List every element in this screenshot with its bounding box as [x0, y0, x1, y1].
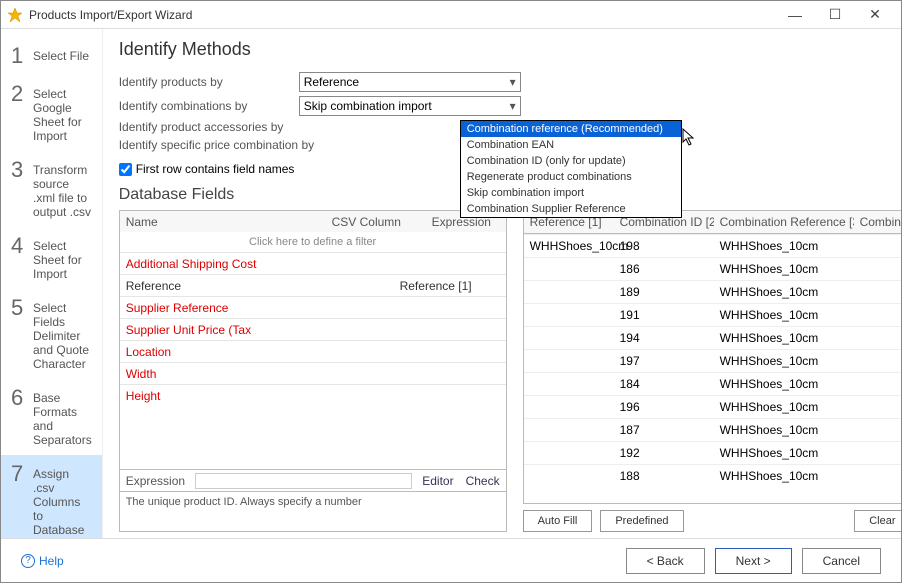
db-field-row[interactable]: Width	[120, 362, 506, 384]
minimize-button[interactable]: —	[775, 7, 815, 23]
wizard-step-1[interactable]: 1Select File	[1, 37, 102, 75]
csv-data-row[interactable]: 184WHHShoes_10cm	[524, 372, 901, 395]
csv-data-row[interactable]: 189WHHShoes_10cm	[524, 280, 901, 303]
first-row-checkbox[interactable]	[119, 163, 132, 176]
first-row-label: First row contains field names	[136, 162, 295, 176]
window-title: Products Import/Export Wizard	[29, 8, 775, 22]
identify-accessories-label: Identify product accessories by	[119, 120, 299, 134]
app-icon	[7, 7, 23, 23]
help-link[interactable]: ? Help	[21, 554, 64, 568]
identify-combinations-combo[interactable]: Skip combination import ▾	[299, 96, 521, 116]
check-button[interactable]: Check	[460, 474, 506, 488]
dropdown-option[interactable]: Regenerate product combinations	[461, 169, 681, 185]
csv-data-row[interactable]: WHHShoes_10cm198WHHShoes_10cm	[524, 234, 901, 257]
identify-combinations-dropdown-list[interactable]: Combination reference (Recommended)Combi…	[460, 120, 682, 218]
dropdown-option[interactable]: Skip combination import	[461, 185, 681, 201]
maximize-button[interactable]: ☐	[815, 6, 855, 23]
csv-data-row[interactable]: 196WHHShoes_10cm	[524, 395, 901, 418]
wizard-step-7[interactable]: 7Assign .csv Columns to Database Fields	[1, 455, 102, 538]
csv-data-row[interactable]: 187WHHShoes_10cm	[524, 418, 901, 441]
csv-data-row[interactable]: 194WHHShoes_10cm	[524, 326, 901, 349]
titlebar: Products Import/Export Wizard — ☐ ✕	[1, 1, 901, 29]
db-field-row[interactable]: ReferenceReference [1]	[120, 274, 506, 296]
db-field-row[interactable]: Supplier Reference	[120, 296, 506, 318]
expression-label: Expression	[120, 474, 191, 488]
wizard-steps-sidebar: 1Select File2Select Google Sheet for Imp…	[1, 29, 103, 538]
back-button[interactable]: < Back	[626, 548, 705, 574]
expression-input[interactable]	[195, 473, 412, 489]
identify-specific-price-label: Identify specific price combination by	[119, 138, 319, 152]
db-field-row[interactable]: Height	[120, 384, 506, 406]
page-title: Identify Methods	[119, 39, 901, 60]
csv-data-row[interactable]: 192WHHShoes_10cm	[524, 441, 901, 464]
db-field-row[interactable]: Additional Shipping Cost	[120, 252, 506, 274]
database-fields-title: Database Fields	[119, 186, 507, 204]
csv-data-row[interactable]: 197WHHShoes_10cm	[524, 349, 901, 372]
close-button[interactable]: ✕	[855, 6, 895, 23]
auto-fill-button[interactable]: Auto Fill	[523, 510, 593, 532]
field-hint: The unique product ID. Always specify a …	[119, 492, 507, 532]
predefined-button[interactable]: Predefined	[600, 510, 683, 532]
wizard-step-5[interactable]: 5Select Fields Delimiter and Quote Chara…	[1, 289, 102, 379]
next-button[interactable]: Next >	[715, 548, 792, 574]
cancel-button[interactable]: Cancel	[802, 548, 881, 574]
csv-data-row[interactable]: 191WHHShoes_10cm	[524, 303, 901, 326]
wizard-step-4[interactable]: 4Select Sheet for Import	[1, 227, 102, 289]
dropdown-option[interactable]: Combination Supplier Reference	[461, 201, 681, 217]
wizard-step-2[interactable]: 2Select Google Sheet for Import	[1, 75, 102, 151]
wizard-step-3[interactable]: 3Transform source .xml file to output .c…	[1, 151, 102, 227]
editor-button[interactable]: Editor	[416, 474, 459, 488]
database-fields-panel: Database Fields Name CSV Column Expressi…	[119, 186, 507, 532]
help-icon: ?	[21, 554, 35, 568]
dropdown-option[interactable]: Combination EAN	[461, 137, 681, 153]
dropdown-option[interactable]: Combination reference (Recommended)	[461, 121, 681, 137]
csv-columns-panel: .csv file columns Reference [1] Combinat…	[523, 186, 901, 532]
identify-products-combo[interactable]: Reference ▾	[299, 72, 521, 92]
csv-data-row[interactable]: 188WHHShoes_10cm	[524, 464, 901, 487]
db-field-row[interactable]: Location	[120, 340, 506, 362]
identify-combinations-label: Identify combinations by	[119, 99, 299, 113]
dropdown-option[interactable]: Combination ID (only for update)	[461, 153, 681, 169]
identify-products-label: Identify products by	[119, 75, 299, 89]
wizard-step-6[interactable]: 6Base Formats and Separators	[1, 379, 102, 455]
db-grid-header: Name CSV Column Expression	[119, 210, 507, 232]
chevron-down-icon: ▾	[510, 99, 516, 113]
db-filter-bar[interactable]: Click here to define a filter	[119, 232, 507, 252]
db-field-row[interactable]: Supplier Unit Price (Tax	[120, 318, 506, 340]
chevron-down-icon: ▾	[510, 75, 516, 89]
clear-button[interactable]: Clear	[854, 510, 901, 532]
csv-data-row[interactable]: 186WHHShoes_10cm	[524, 257, 901, 280]
